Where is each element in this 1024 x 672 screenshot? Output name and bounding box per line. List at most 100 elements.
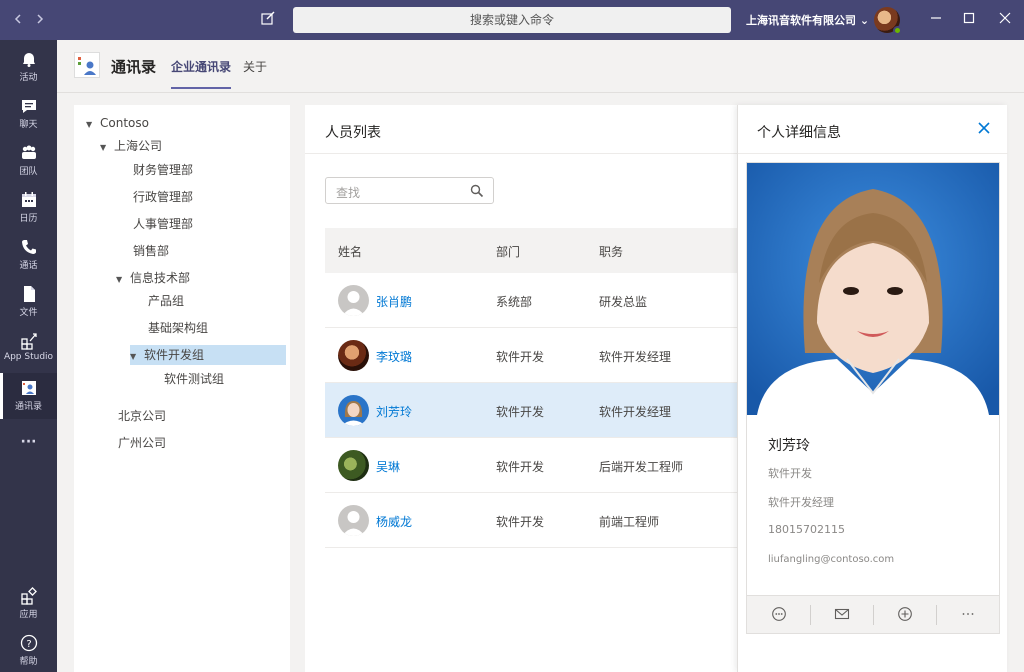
column-header-dept: 部门 <box>496 245 521 259</box>
default-avatar-icon <box>342 511 365 536</box>
org-tree: ▼ Contoso ▼ 上海公司 财务管理部 行政管理部 人事管理部 销售部 ▼ 信息… <box>74 105 290 672</box>
person-name-link[interactable]: 杨威龙 <box>376 513 412 530</box>
detail-title: 个人详细信息 <box>757 125 841 141</box>
tree-node-admin[interactable]: 行政管理部 <box>133 187 193 207</box>
more-options-icon[interactable] <box>960 606 976 622</box>
rail-apps[interactable]: 应用 <box>0 581 57 627</box>
caret-down-icon[interactable]: ▼ <box>130 347 144 367</box>
divider <box>810 605 811 625</box>
person-title: 研发总监 <box>599 295 648 309</box>
rail-teams[interactable]: 团队 <box>0 138 57 184</box>
tree-node-contoso[interactable]: ▼ Contoso <box>86 113 149 133</box>
tree-node-guangzhou[interactable]: 广州公司 <box>118 433 166 453</box>
close-icon <box>999 12 1011 24</box>
column-header-title: 职务 <box>599 245 624 259</box>
detail-email: liufangling@contoso.com <box>768 554 895 565</box>
person-detail-panel: 个人详细信息 刘芳玲 软件开发 软件开发经理 18015702115 liufa… <box>737 105 1008 672</box>
table-row[interactable]: 杨威龙 软件开发 前端工程师 <box>325 493 765 548</box>
person-title: 前端工程师 <box>599 515 660 529</box>
rail-label: 聊天 <box>19 120 38 130</box>
user-avatar[interactable] <box>874 7 902 35</box>
person-title: 软件开发经理 <box>599 405 672 419</box>
avatar <box>338 395 369 426</box>
compose-button[interactable] <box>260 10 280 30</box>
tree-node-sales[interactable]: 销售部 <box>133 241 169 261</box>
tree-node-test[interactable]: 软件测试组 <box>164 369 224 389</box>
tree-label: 上海公司 <box>114 139 163 153</box>
profile-card: 刘芳玲 软件开发 软件开发经理 18015702115 liufangling@… <box>746 162 1000 634</box>
person-title: 后端开发工程师 <box>599 460 684 474</box>
rail-calendar[interactable]: 日历 <box>0 185 57 231</box>
title-bar: 搜索或键入命令 上海讯音软件有限公司 ⌄ <box>0 0 1024 40</box>
detail-dept: 软件开发 <box>768 467 812 480</box>
tree-node-shanghai[interactable]: ▼ 上海公司 <box>100 136 162 156</box>
mail-icon[interactable] <box>834 606 850 622</box>
back-button[interactable] <box>8 10 28 30</box>
table-row[interactable]: 刘芳玲 软件开发 软件开发经理 <box>325 383 765 438</box>
calendar-icon <box>21 192 36 207</box>
minimize-button[interactable] <box>924 8 948 32</box>
table-row[interactable]: 张肖鹏 系统部 研发总监 <box>325 273 765 328</box>
app-rail: 活动 聊天 团队 日历 通话 文件 App Studio 通讯录 ··· 应用 … <box>0 40 57 672</box>
search-input[interactable]: 查找 <box>325 177 494 204</box>
rail-files[interactable]: 文件 <box>0 279 57 325</box>
person-name-link[interactable]: 吴琳 <box>376 458 400 475</box>
tree-node-dev[interactable]: ▼ 软件开发组 <box>130 345 286 365</box>
svg-text:?: ? <box>26 639 31 650</box>
caret-down-icon[interactable]: ▼ <box>100 138 114 158</box>
forward-button[interactable] <box>30 10 50 30</box>
tree-node-finance[interactable]: 财务管理部 <box>133 160 193 180</box>
command-box[interactable]: 搜索或键入命令 <box>293 7 731 33</box>
avatar <box>338 340 369 371</box>
table-header: 姓名 部门 职务 <box>325 228 765 273</box>
chat-icon <box>21 100 36 113</box>
rail-chat[interactable]: 聊天 <box>0 91 57 137</box>
close-window-button[interactable] <box>993 8 1017 32</box>
search-icon[interactable] <box>470 184 484 198</box>
tab-about[interactable]: 关于 <box>243 58 267 75</box>
tree-node-infra[interactable]: 基础架构组 <box>148 318 208 338</box>
rail-app-studio[interactable]: App Studio <box>0 326 57 372</box>
table-row[interactable]: 吴琳 软件开发 后端开发工程师 <box>325 438 765 493</box>
rail-calls[interactable]: 通话 <box>0 232 57 278</box>
caret-down-icon[interactable]: ▼ <box>86 115 100 135</box>
person-name-link[interactable]: 张肖鹏 <box>376 293 412 310</box>
tree-node-beijing[interactable]: 北京公司 <box>118 406 166 426</box>
profile-actions <box>747 595 999 633</box>
rail-contacts[interactable]: 通讯录 <box>0 373 57 419</box>
rail-label: 应用 <box>19 610 38 620</box>
chat-bubble-icon[interactable] <box>771 606 787 622</box>
person-name-link[interactable]: 刘芳玲 <box>376 403 412 420</box>
contacts-logo-icon <box>78 57 96 75</box>
rail-activity[interactable]: 活动 <box>0 44 57 90</box>
rail-label: App Studio <box>3 352 54 362</box>
table-row[interactable]: 李玟璐 软件开发 软件开发经理 <box>325 328 765 383</box>
caret-down-icon[interactable]: ▼ <box>116 270 130 290</box>
rail-label: 文件 <box>19 308 38 318</box>
divider <box>936 605 937 625</box>
help-icon: ? <box>20 634 37 652</box>
maximize-button[interactable] <box>957 8 981 32</box>
rail-label: 日历 <box>19 214 38 224</box>
more-icon: ··· <box>20 434 37 450</box>
org-switcher[interactable]: 上海讯音软件有限公司 ⌄ <box>746 12 869 28</box>
avatar <box>338 450 369 481</box>
tree-label: Contoso <box>100 116 149 130</box>
minimize-icon <box>931 17 941 19</box>
apps-icon <box>20 587 37 605</box>
tab-enterprise-directory[interactable]: 企业通讯录 <box>171 58 232 89</box>
person-dept: 软件开发 <box>496 515 545 529</box>
profile-photo <box>747 163 999 415</box>
tree-node-it[interactable]: ▼ 信息技术部 <box>116 268 190 288</box>
person-dept: 软件开发 <box>496 405 545 419</box>
search-placeholder: 查找 <box>336 186 361 200</box>
detail-name: 刘芳玲 <box>768 438 810 454</box>
close-icon[interactable] <box>976 120 992 136</box>
rail-help[interactable]: ? 帮助 <box>0 628 57 672</box>
people-list-panel: 人员列表 查找 姓名 部门 职务 张肖鹏 系统部 研发总监 李玟璐 软件开发 软… <box>305 105 765 672</box>
add-icon[interactable] <box>897 606 913 622</box>
person-name-link[interactable]: 李玟璐 <box>376 348 412 365</box>
rail-more[interactable]: ··· <box>0 422 57 468</box>
tree-node-product[interactable]: 产品组 <box>148 291 184 311</box>
tree-node-hr[interactable]: 人事管理部 <box>133 214 193 234</box>
